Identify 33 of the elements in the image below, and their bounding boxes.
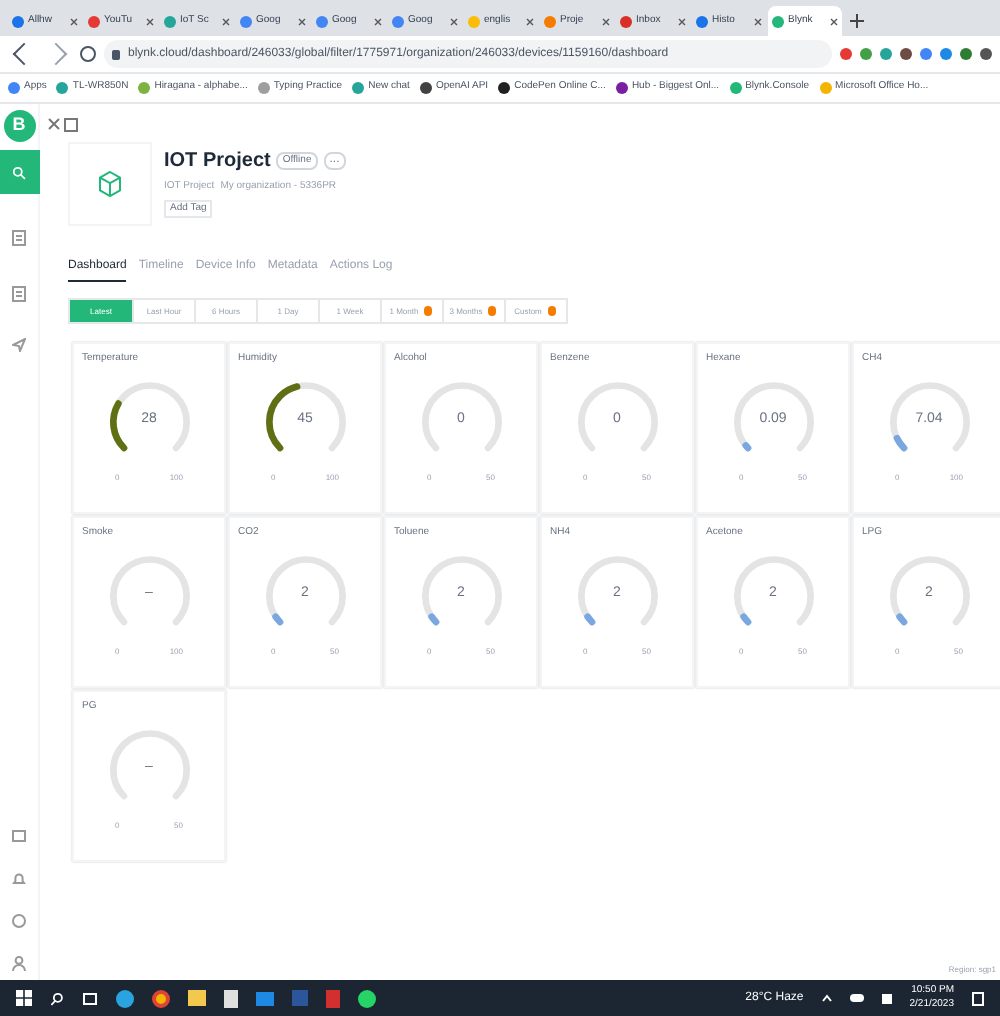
search-icon bbox=[12, 165, 26, 179]
close-icon[interactable] bbox=[678, 17, 686, 25]
lock-icon bbox=[112, 49, 120, 59]
cube-icon bbox=[98, 170, 122, 198]
reload-icon[interactable] bbox=[80, 46, 96, 62]
document-icon[interactable] bbox=[12, 286, 26, 302]
close-icon[interactable] bbox=[830, 17, 838, 25]
close-icon[interactable] bbox=[602, 17, 610, 25]
close-icon[interactable] bbox=[450, 17, 458, 25]
close-icon[interactable] bbox=[70, 17, 78, 25]
task-view-icon[interactable] bbox=[82, 991, 98, 1005]
close-icon[interactable] bbox=[526, 17, 534, 25]
device-name: IOT Project bbox=[164, 148, 271, 176]
help-icon[interactable] bbox=[12, 914, 26, 928]
lock-icon bbox=[545, 304, 558, 318]
cloud-icon[interactable] bbox=[849, 994, 864, 1002]
lock-icon bbox=[486, 304, 499, 318]
caret-icon[interactable] bbox=[821, 994, 832, 1002]
close-icon[interactable] bbox=[374, 17, 382, 25]
send-icon[interactable] bbox=[12, 338, 26, 352]
close-icon[interactable] bbox=[146, 17, 154, 25]
close-icon[interactable] bbox=[298, 17, 306, 25]
search-icon[interactable] bbox=[50, 991, 64, 1005]
close-icon[interactable] bbox=[48, 118, 60, 130]
lock-icon bbox=[422, 304, 435, 318]
windows-icon[interactable] bbox=[16, 990, 32, 1006]
close-icon[interactable] bbox=[222, 17, 230, 25]
new-tab-icon[interactable] bbox=[850, 14, 864, 28]
user-icon[interactable] bbox=[12, 956, 26, 972]
expand-icon[interactable] bbox=[64, 117, 78, 131]
close-icon[interactable] bbox=[754, 17, 762, 25]
bell-icon[interactable] bbox=[12, 872, 26, 886]
list-icon[interactable] bbox=[12, 230, 26, 246]
